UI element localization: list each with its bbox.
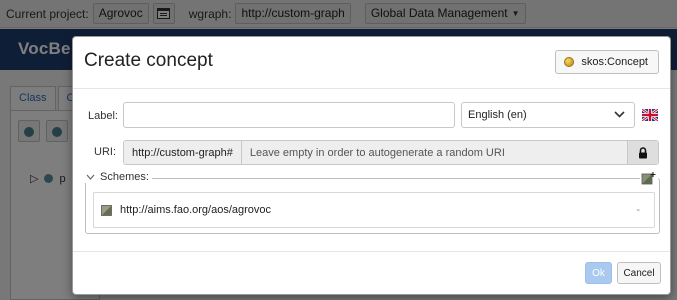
scheme-icon [101,204,112,216]
uri-input[interactable] [241,141,627,164]
scheme-uri: http://aims.fao.org/aos/agrovoc [120,204,272,216]
gold-dot-icon [564,57,575,67]
uri-caption: URI: [94,146,116,158]
label-input[interactable] [123,102,455,128]
lock-button[interactable] [627,141,658,164]
modal-footer: Ok Cancel [73,251,670,294]
uri-input-group: http://custom-graph# [123,140,659,165]
remove-scheme-button[interactable]: - [636,204,640,216]
concept-type-button[interactable]: skos:Concept [555,50,659,74]
concept-type-label: skos:Concept [581,56,648,68]
uk-flag-icon[interactable] [642,109,658,121]
uri-prefix: http://custom-graph# [124,141,242,164]
schemes-caption: Schemes: [100,171,149,183]
ok-button[interactable]: Ok [585,262,612,284]
add-scheme-icon [641,172,656,185]
modal-title: Create concept [84,50,213,71]
cancel-button[interactable]: Cancel [617,262,661,284]
language-select-value: English (en) [468,109,527,121]
schemes-header[interactable]: Schemes: [83,171,152,183]
add-scheme-button[interactable] [640,171,658,187]
create-concept-modal: Create concept skos:Concept Label: Engli… [72,36,671,295]
language-select[interactable]: English (en) [461,102,635,128]
label-caption: Label: [88,110,118,122]
chevron-down-icon [614,111,625,118]
scheme-list-item[interactable]: http://aims.fao.org/aos/agrovoc - [93,192,655,228]
collapse-chevron-icon [86,174,95,180]
lock-icon [639,146,647,158]
modal-header: Create concept skos:Concept [73,37,670,89]
